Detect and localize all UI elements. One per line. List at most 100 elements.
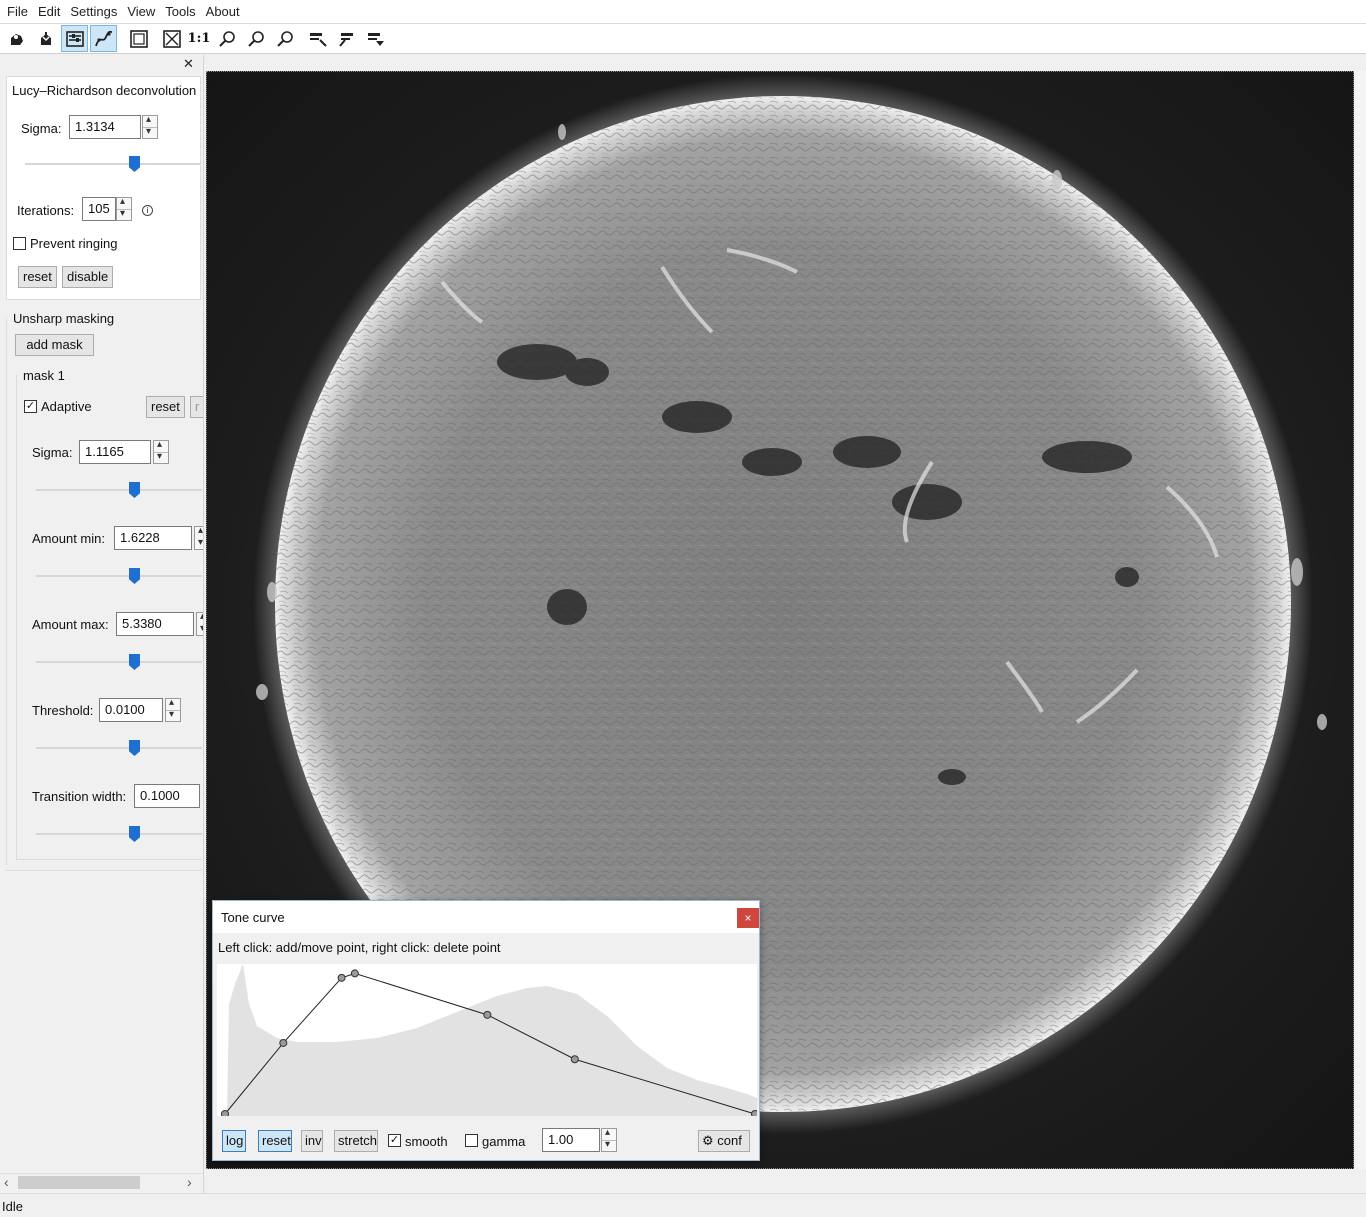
scroll-thumb[interactable] [18,1176,140,1189]
histogram [227,964,757,1116]
transition-width-slider-track[interactable] [36,833,202,835]
amount-min-slider[interactable] [129,568,140,584]
menu-item-settings[interactable]: Settings [65,0,122,24]
lr-sigma-label: Sigma: [21,121,62,136]
fit-icon[interactable] [125,25,152,52]
scroll-right-icon[interactable]: › [187,1174,192,1190]
menu-item-file[interactable]: File [2,0,33,24]
lr-iterations-stepper[interactable] [116,196,132,221]
amount-max-label: Amount max: [32,617,109,632]
log-button[interactable]: log [222,1130,246,1152]
lr-sigma-slider-track[interactable] [25,163,201,165]
curve-point[interactable] [221,1110,229,1118]
tone-curve-canvas[interactable] [217,964,759,1118]
image-vertical-scrollbar[interactable] [1356,71,1366,1169]
stretch-button[interactable]: stretch [334,1130,378,1152]
menu-item-view[interactable]: View [122,0,160,24]
threshold-stepper[interactable] [165,697,181,722]
zoom-1-1-icon[interactable]: 1:1 [187,25,211,52]
lr-disable-button[interactable]: disable [62,266,114,288]
usm-sigma-slider[interactable] [129,482,140,498]
amount-max-slider-track[interactable] [36,661,202,663]
gear-icon: ⚙ [702,1133,714,1148]
mask-reset-button[interactable]: reset [146,396,185,418]
toolbar: 1:1 [0,24,1366,54]
lr-sigma-input[interactable]: 1.3134 [69,115,141,139]
smooth-checkbox[interactable]: ✓ [388,1134,401,1147]
zoom-fit-icon[interactable] [271,25,298,52]
gamma-stepper[interactable] [601,1127,617,1152]
usm-sigma-label: Sigma: [32,445,73,460]
lr-sigma-stepper[interactable] [142,114,158,139]
amount-min-input[interactable]: 1.6228 [114,526,192,550]
curve-icon[interactable] [90,25,117,52]
curve-point[interactable] [337,973,346,982]
threshold-input[interactable]: 0.0100 [99,698,163,722]
menu-item-tools[interactable]: Tools [160,0,200,24]
export-icon[interactable] [304,25,331,52]
tone-curve-window[interactable]: Tone curve × Left click: add/move point,… [212,900,760,1161]
lr-iterations-label: Iterations: [17,203,75,218]
usm-sigma-stepper[interactable] [153,439,169,464]
add-mask-button[interactable]: add mask [15,334,94,356]
conf-label: conf [717,1133,742,1148]
usm-group-border [6,319,7,865]
tone-curve-title: Tone curve [221,910,285,925]
usm-sigma-input[interactable]: 1.1165 [79,440,151,464]
amount-max-stepper[interactable] [196,611,203,636]
tone-curve-instructions: Left click: add/move point, right click:… [218,940,501,955]
amount-min-slider-track[interactable] [36,575,202,577]
open-icon[interactable] [3,25,30,52]
curve-point[interactable] [279,1038,288,1047]
threshold-label: Threshold: [32,703,94,718]
mask-group-bottom [16,859,202,860]
mask-remove-button[interactable]: r [190,396,203,418]
transition-width-slider[interactable] [129,826,140,842]
inv-button[interactable]: inv [301,1130,323,1152]
conf-button[interactable]: ⚙ conf [698,1130,750,1152]
usm-sigma-slider-track[interactable] [36,489,202,491]
prevent-ringing-checkbox[interactable] [13,237,26,250]
gamma-input[interactable]: 1.00 [542,1128,600,1152]
zoom-in-icon[interactable] [213,25,240,52]
gamma-checkbox[interactable] [465,1134,478,1147]
export-alt-icon[interactable] [333,25,360,52]
amount-max-slider[interactable] [129,654,140,670]
usm-group-bottom [6,870,202,871]
fit-alt-icon[interactable] [158,25,185,52]
tone-reset-button[interactable]: reset [258,1130,292,1152]
panel-horizontal-scrollbar[interactable]: ‹ › [0,1173,203,1191]
transition-width-label: Transition width: [32,789,127,804]
curve-point[interactable] [751,1110,759,1118]
threshold-slider[interactable] [129,740,140,756]
menu-bar: File Edit Settings View Tools About [0,0,1366,24]
close-panel-icon[interactable]: ✕ [183,56,194,72]
zoom-out-icon[interactable] [242,25,269,52]
lr-title: Lucy–Richardson deconvolution [12,83,197,98]
tone-curve-titlebar[interactable]: Tone curve × [213,901,759,933]
lr-sigma-slider[interactable] [129,156,140,172]
curve-point[interactable] [350,969,359,978]
scroll-left-icon[interactable]: ‹ [4,1174,9,1190]
threshold-slider-track[interactable] [36,747,202,749]
amount-min-label: Amount min: [32,531,105,546]
amount-max-input[interactable]: 5.3380 [116,612,194,636]
menu-item-edit[interactable]: Edit [33,0,65,24]
lr-reset-button[interactable]: reset [18,266,57,288]
lr-deconvolution-group: Lucy–Richardson deconvolution Sigma: 1.3… [6,76,201,300]
adaptive-checkbox[interactable]: ✓ [24,400,37,413]
save-icon[interactable] [32,25,59,52]
mask-title: mask 1 [23,368,65,383]
gamma-label: gamma [482,1134,526,1149]
menu-item-about[interactable]: About [201,0,245,24]
info-icon[interactable]: i [142,205,153,216]
lr-iterations-input[interactable]: 105 [82,197,116,221]
status-bar: Idle [0,1193,1366,1217]
curve-point[interactable] [483,1010,492,1019]
dropdown-icon[interactable] [362,25,389,52]
align-icon[interactable] [61,25,88,52]
amount-min-stepper[interactable] [194,525,203,550]
curve-point[interactable] [570,1055,579,1064]
close-icon[interactable]: × [737,908,759,928]
transition-width-input[interactable]: 0.1000 [134,784,200,808]
